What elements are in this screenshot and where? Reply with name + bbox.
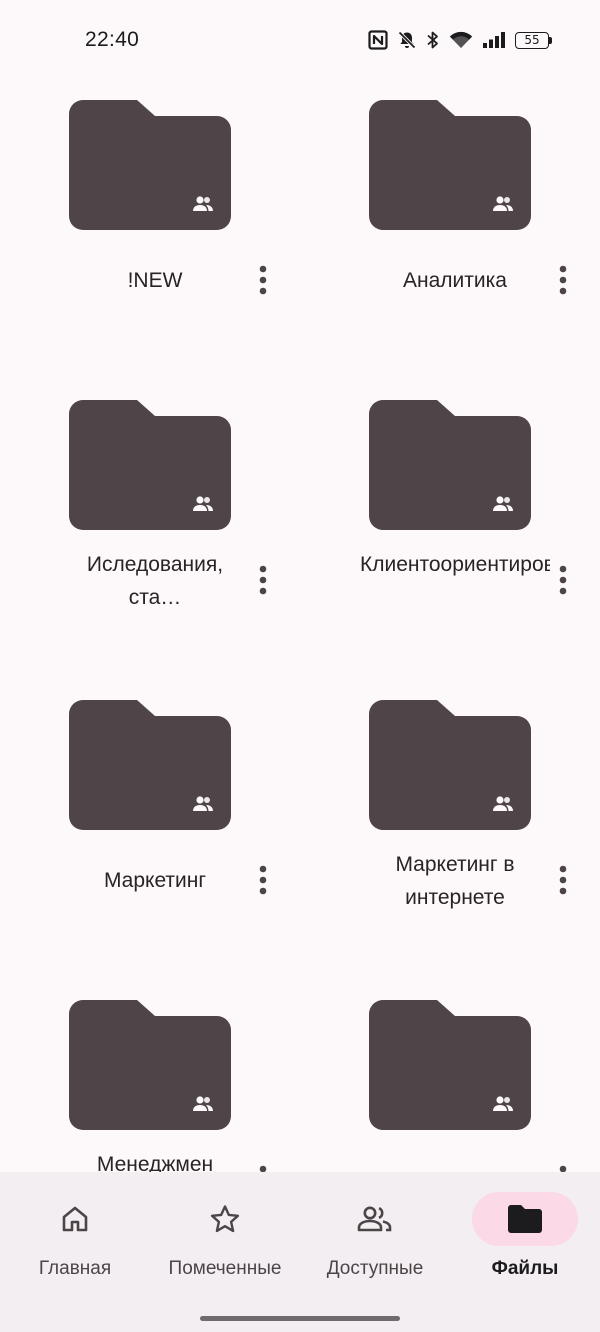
folder-name: Менеджмен <box>96 1153 214 1172</box>
wifi-icon <box>449 31 473 48</box>
more-options-button[interactable] <box>548 1160 578 1172</box>
more-options-button[interactable] <box>248 860 278 900</box>
folder-icon <box>69 400 231 530</box>
folder-name: Аналитика <box>403 269 507 292</box>
home-icon <box>62 1206 88 1232</box>
folder-name: !NEW <box>127 269 183 292</box>
nav-item-shared[interactable]: Доступные <box>300 1192 450 1292</box>
folder-item[interactable]: Клиентоориентировано… <box>300 380 600 680</box>
folder-grid: !NEW Аналитика Иследования, ста… Клиенто… <box>0 80 600 1172</box>
nfc-icon <box>368 30 388 50</box>
nav-label: Файлы <box>491 1258 559 1279</box>
folder-item[interactable]: Аналитика <box>300 80 600 380</box>
signal-icon <box>483 32 505 48</box>
nav-indicator <box>172 1192 278 1246</box>
folder-name: Клиентоориентировано… <box>360 553 550 576</box>
nav-indicator <box>22 1192 128 1246</box>
folder-icon <box>69 1000 231 1130</box>
folder-item[interactable]: Менеджмен <box>0 980 300 1172</box>
folder-item[interactable]: Маркетинг <box>0 680 300 980</box>
more-options-button[interactable] <box>248 1160 278 1172</box>
mute-icon <box>398 31 416 49</box>
more-vert-icon <box>559 265 567 295</box>
more-options-button[interactable] <box>548 560 578 600</box>
star-icon <box>210 1205 240 1233</box>
folder-icon <box>369 400 531 530</box>
status-bar: 22:40 55 <box>0 0 600 80</box>
folder-icon <box>369 1000 531 1130</box>
folder-icon <box>69 100 231 230</box>
folder-item[interactable] <box>300 980 600 1172</box>
nav-item-home[interactable]: Главная <box>0 1192 150 1292</box>
folder-icon <box>508 1205 542 1233</box>
folder-item[interactable]: !NEW <box>0 80 300 380</box>
nav-label: Помеченные <box>168 1258 282 1279</box>
people-icon <box>357 1206 392 1232</box>
battery-icon: 55 <box>515 31 552 49</box>
more-options-button[interactable] <box>548 860 578 900</box>
nav-indicator <box>322 1192 428 1246</box>
nav-label: Доступные <box>326 1258 424 1279</box>
more-vert-icon <box>559 865 567 895</box>
battery-level: 55 <box>515 31 549 49</box>
more-options-button[interactable] <box>248 260 278 300</box>
more-vert-icon <box>559 565 567 595</box>
home-gesture-bar[interactable] <box>200 1316 400 1321</box>
status-time: 22:40 <box>85 28 140 51</box>
folder-item[interactable]: Иследования, ста… <box>0 380 300 680</box>
more-options-button[interactable] <box>248 560 278 600</box>
more-options-button[interactable] <box>548 260 578 300</box>
folder-icon <box>369 100 531 230</box>
nav-label: Главная <box>38 1258 112 1279</box>
nav-item-files[interactable]: Файлы <box>450 1192 600 1292</box>
folder-icon <box>69 700 231 830</box>
nav-indicator-active <box>472 1192 578 1246</box>
more-vert-icon <box>259 265 267 295</box>
more-vert-icon <box>259 1165 267 1172</box>
bluetooth-icon <box>427 31 438 49</box>
folder-name: Маркетинг <box>103 869 207 892</box>
status-icons: 55 <box>368 30 552 50</box>
folder-name: Маркетинг в интернете <box>395 853 515 909</box>
more-vert-icon <box>559 1165 567 1172</box>
folder-name: Иследования, ста… <box>86 553 224 609</box>
more-vert-icon <box>259 865 267 895</box>
bottom-navigation: Главная Помеченные Доступные Файлы <box>0 1172 600 1332</box>
folder-icon <box>369 700 531 830</box>
more-vert-icon <box>259 565 267 595</box>
folder-item[interactable]: Маркетинг в интернете <box>300 680 600 980</box>
nav-item-starred[interactable]: Помеченные <box>150 1192 300 1292</box>
